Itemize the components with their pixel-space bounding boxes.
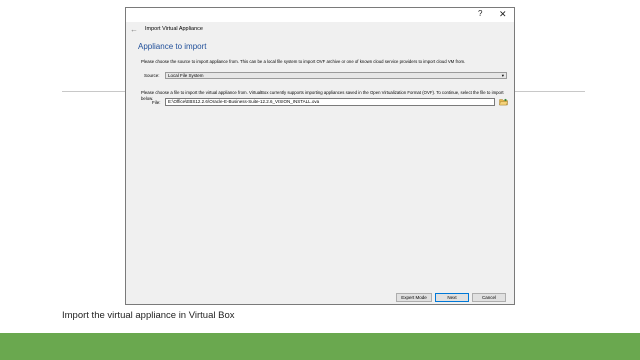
slide-divider-left <box>62 91 126 92</box>
import-appliance-dialog: ? ✕ ← Import Virtual Appliance Appliance… <box>125 7 515 305</box>
close-button[interactable]: ✕ <box>499 9 507 20</box>
source-instructions: Please choose the source to import appli… <box>141 59 466 64</box>
slide-caption: Import the virtual appliance in Virtual … <box>62 310 235 321</box>
expert-mode-button[interactable]: Expert Mode <box>396 293 432 302</box>
back-arrow-icon[interactable]: ← <box>130 25 138 34</box>
source-select-value: Local File System <box>168 73 204 78</box>
footer-bar <box>0 333 640 360</box>
folder-open-icon[interactable] <box>499 98 508 106</box>
window-title: Import Virtual Appliance <box>145 26 203 32</box>
dialog-titlebar: ? ✕ <box>126 8 514 22</box>
source-label: Source: <box>144 73 160 78</box>
file-path-input[interactable]: E:\Office\EBS12.2.6\Oracle-E-Business-Su… <box>165 98 495 106</box>
slide-divider-right <box>515 91 585 92</box>
help-button[interactable]: ? <box>478 9 482 18</box>
file-label: File: <box>152 100 161 105</box>
source-select[interactable]: Local File System ▾ <box>165 72 507 79</box>
chevron-down-icon: ▾ <box>501 73 504 78</box>
page-heading: Appliance to import <box>138 42 207 51</box>
cancel-button[interactable]: Cancel <box>472 293 506 302</box>
next-button[interactable]: Next <box>435 293 469 302</box>
